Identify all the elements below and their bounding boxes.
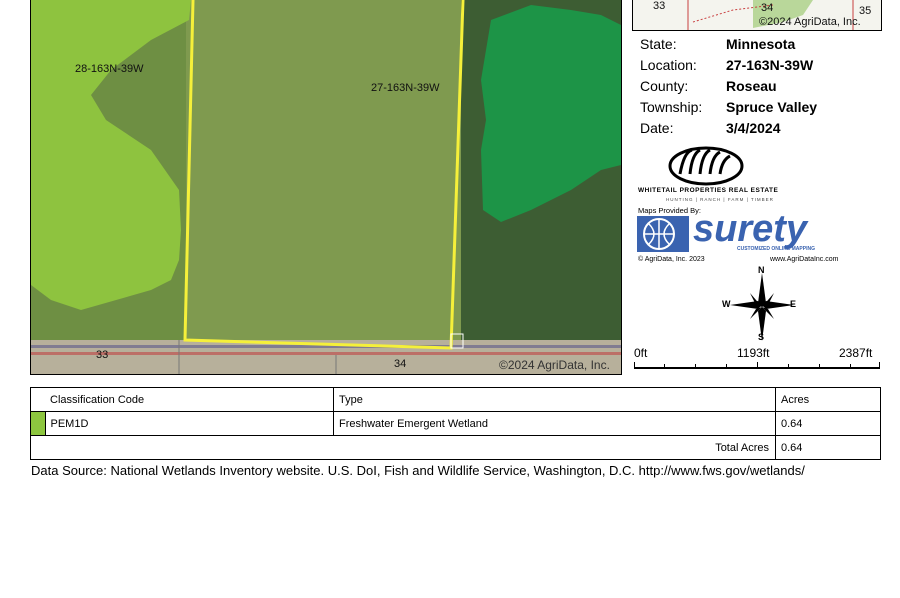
scale-label-end: 2387ft <box>839 346 873 360</box>
wetland-legend-table: Classification Code Type Acres PEM1D Fre… <box>30 387 881 460</box>
legend-row: PEM1D Freshwater Emergent Wetland 0.64 <box>30 411 881 436</box>
inset-label-33: 33 <box>653 0 666 12</box>
agridata-url: www.AgriDataInc.com <box>770 256 839 263</box>
property-info: State: Minnesota Location: 27-163N-39W C… <box>632 36 880 146</box>
legend-header-row: Classification Code Type Acres <box>30 387 881 412</box>
inset-map: 33 34 35 ©2024 AgriData, Inc. <box>632 0 882 31</box>
agridata-copyright: © AgriData, Inc. 2023 <box>638 256 705 263</box>
compass-w: W <box>722 299 731 309</box>
header-acres: Acres <box>775 387 881 412</box>
map-imagery <box>31 0 621 374</box>
road-label-34: 34 <box>394 358 407 370</box>
compass-rose: N S W E <box>720 265 800 345</box>
header-classification-code: Classification Code <box>45 387 334 412</box>
road-label-33: 33 <box>96 349 109 361</box>
township-label: Township: <box>640 99 703 115</box>
surety-logo: Maps Provided By: surety CUSTOMIZED ONLI… <box>637 206 847 266</box>
date-value: 3/4/2024 <box>726 120 781 136</box>
aerial-map: 28-163N-39W 27-163N-39W 33 34 ©2024 Agri… <box>30 0 622 375</box>
legend-color-swatch <box>30 411 46 436</box>
inset-copyright: ©2024 AgriData, Inc. <box>759 16 861 28</box>
legend-acres: 0.64 <box>775 411 881 436</box>
section-label-west: 28-163N-39W <box>75 63 144 75</box>
county-value: Roseau <box>726 78 777 94</box>
maps-provided-by: Maps Provided By: <box>638 206 701 215</box>
company-name: WHITETAIL PROPERTIES REAL ESTATE <box>638 187 779 194</box>
compass-n: N <box>758 265 765 275</box>
legend-total-row: Total Acres 0.64 <box>30 435 881 460</box>
total-acres-value: 0.64 <box>775 435 881 460</box>
surety-wordmark: surety <box>693 208 808 250</box>
map-copyright: ©2024 AgriData, Inc. <box>499 358 610 372</box>
total-acres-label: Total Acres <box>30 435 776 460</box>
date-label: Date: <box>640 120 674 136</box>
scale-label-start: 0ft <box>634 346 648 360</box>
county-label: County: <box>640 78 689 94</box>
inset-label-34: 34 <box>761 2 774 14</box>
location-value: 27-163N-39W <box>726 57 814 73</box>
whitetail-logo: WHITETAIL PROPERTIES REAL ESTATE HUNTING… <box>636 144 779 206</box>
inset-label-35: 35 <box>859 5 872 17</box>
scale-bar: 0ft 1193ft 2387ft <box>634 346 882 372</box>
scale-label-mid: 1193ft <box>737 346 770 360</box>
compass-e: E <box>790 299 797 309</box>
header-type: Type <box>333 387 776 412</box>
section-label-subject: 27-163N-39W <box>371 82 440 94</box>
location-label: Location: <box>640 57 697 73</box>
state-label: State: <box>640 36 677 52</box>
data-source-note: Data Source: National Wetlands Inventory… <box>31 463 805 478</box>
company-tagline: HUNTING | RANCH | FARM | TIMBER <box>666 197 774 202</box>
antler-logo-icon <box>668 146 744 186</box>
compass-s: S <box>758 332 765 342</box>
subject-field <box>186 0 461 340</box>
legend-code: PEM1D <box>44 411 334 436</box>
globe-icon <box>637 216 689 252</box>
state-value: Minnesota <box>726 36 796 52</box>
township-value: Spruce Valley <box>726 99 818 115</box>
legend-type: Freshwater Emergent Wetland <box>333 411 776 436</box>
surety-tagline: CUSTOMIZED ONLINE MAPPING <box>737 246 815 252</box>
